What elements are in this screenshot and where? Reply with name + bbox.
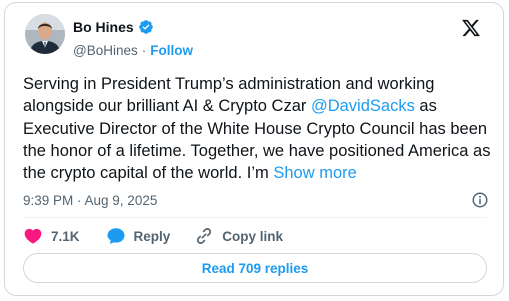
reply-bubble-icon (106, 228, 125, 244)
author-handle[interactable]: @BoHines (73, 43, 138, 58)
author-name[interactable]: Bo Hines (73, 19, 134, 35)
verified-badge-icon (138, 19, 154, 35)
copy-link-button[interactable]: Copy link (194, 226, 283, 246)
link-icon (197, 228, 212, 244)
copy-link-label: Copy link (222, 228, 284, 244)
separator-dot: · (141, 43, 147, 58)
info-icon[interactable] (471, 191, 489, 209)
meta-row: 9:39 PM · Aug 9, 2025 (23, 191, 493, 209)
author-handle-row: @BoHines · Follow (73, 43, 193, 58)
show-more-link[interactable]: Show more (273, 164, 356, 182)
heart-icon (24, 228, 42, 244)
avatar[interactable] (25, 14, 65, 54)
read-replies-button[interactable]: Read 709 replies (23, 253, 487, 283)
action-bar: 7.1K Reply Copy link (23, 225, 307, 247)
tweet-timestamp[interactable]: 9:39 PM · Aug 9, 2025 (23, 193, 157, 208)
author-name-row: Bo Hines (73, 18, 154, 36)
like-count: 7.1K (51, 228, 80, 244)
tweet-card: Bo Hines @BoHines · Follow Serving in Pr… (4, 2, 504, 296)
mention-link[interactable]: @DavidSacks (311, 97, 415, 115)
divider (23, 217, 487, 218)
like-button[interactable]: 7.1K (23, 226, 80, 246)
reply-button[interactable]: Reply (106, 226, 171, 246)
reply-label: Reply (133, 228, 171, 244)
x-logo-icon[interactable] (461, 18, 481, 38)
follow-button[interactable]: Follow (150, 43, 193, 58)
tweet-text: Serving in President Trump’s administrat… (23, 73, 493, 184)
